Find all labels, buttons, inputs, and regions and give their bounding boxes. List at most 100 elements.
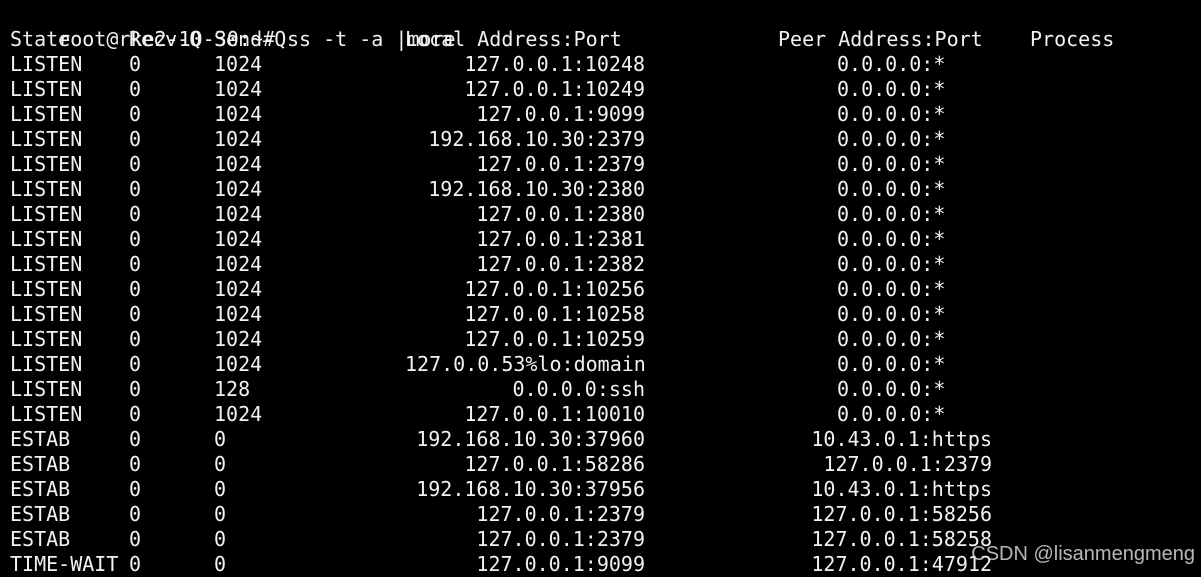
row-recv-q: 0	[129, 402, 142, 426]
table-row: LISTEN 0 1024 127.0.0.53%lo:domain 0.0.0.0:*	[0, 352, 1201, 377]
row-local-address: 127.0.0.1:2379	[476, 152, 645, 176]
row-send-q: 0	[214, 477, 227, 501]
row-state: LISTEN	[10, 327, 83, 351]
table-row: ESTAB 0 0 192.168.10.30:37956 10.43.0.1:http…	[0, 477, 1201, 502]
row-send-q: 0	[214, 527, 227, 551]
row-send-q: 1024	[214, 277, 263, 301]
header-process: Process	[1030, 27, 1115, 51]
row-recv-q: 0	[129, 127, 142, 151]
row-local-address: 127.0.0.1:10259	[464, 327, 645, 351]
row-recv-q: 0	[129, 152, 142, 176]
row-send-q: 1024	[214, 127, 263, 151]
row-peer-address: 127.0.0.1:2379	[823, 452, 992, 476]
row-peer-address: 0.0.0.0:*	[837, 227, 946, 251]
row-peer-address: 0.0.0.0:*	[837, 52, 946, 76]
row-local-address: 127.0.0.1:9099	[476, 102, 645, 126]
row-state: ESTAB	[10, 477, 71, 501]
row-recv-q: 0	[129, 552, 142, 576]
table-row: ESTAB 0 0 127.0.0.1:2379 127.0.0.1:58256	[0, 502, 1201, 527]
row-peer-address: 127.0.0.1:47912	[811, 552, 992, 576]
row-peer-address: 0.0.0.0:*	[837, 327, 946, 351]
row-state: LISTEN	[10, 52, 83, 76]
row-send-q: 1024	[214, 302, 263, 326]
table-row: LISTEN 0 1024 127.0.0.1:2380 0.0.0.0:*	[0, 202, 1201, 227]
row-send-q: 1024	[214, 102, 263, 126]
row-state: TIME-WAIT	[10, 552, 119, 576]
row-peer-address: 0.0.0.0:*	[837, 302, 946, 326]
table-row: LISTEN 0 1024 127.0.0.1:10259 0.0.0.0:*	[0, 327, 1201, 352]
row-state: ESTAB	[10, 427, 71, 451]
row-local-address: 192.168.10.30:2380	[428, 177, 645, 201]
row-peer-address: 0.0.0.0:*	[837, 352, 946, 376]
row-send-q: 128	[214, 377, 251, 401]
row-send-q: 0	[214, 502, 227, 526]
row-local-address: 127.0.0.1:2379	[476, 527, 645, 551]
row-state: LISTEN	[10, 152, 83, 176]
row-local-address: 127.0.0.1:10010	[464, 402, 645, 426]
row-send-q: 0	[214, 452, 227, 476]
row-recv-q: 0	[129, 352, 142, 376]
row-local-address: 192.168.10.30:37960	[416, 427, 645, 451]
row-recv-q: 0	[129, 102, 142, 126]
terminal-window[interactable]: root@rke2-10-30:~# ss -t -a |more State …	[0, 0, 1201, 577]
row-send-q: 1024	[214, 352, 263, 376]
row-state: LISTEN	[10, 77, 83, 101]
header-send-q: Send-Q	[214, 27, 287, 51]
row-peer-address: 0.0.0.0:*	[837, 277, 946, 301]
row-state: LISTEN	[10, 127, 83, 151]
header-local-address: Local Address:Port	[405, 27, 622, 51]
table-row: LISTEN 0 128 0.0.0.0:ssh 0.0.0.0:*	[0, 377, 1201, 402]
row-peer-address: 127.0.0.1:58256	[811, 502, 992, 526]
row-peer-address: 0.0.0.0:*	[837, 252, 946, 276]
table-row: LISTEN 0 1024 127.0.0.1:10256 0.0.0.0:*	[0, 277, 1201, 302]
header-peer-address: Peer Address:Port	[778, 27, 983, 51]
row-recv-q: 0	[129, 502, 142, 526]
row-send-q: 0	[214, 552, 227, 576]
row-send-q: 1024	[214, 177, 263, 201]
row-peer-address: 127.0.0.1:58258	[811, 527, 992, 551]
table-row: LISTEN 0 1024 192.168.10.30:2380 0.0.0.0:*	[0, 177, 1201, 202]
row-recv-q: 0	[129, 377, 142, 401]
row-state: ESTAB	[10, 502, 71, 526]
row-recv-q: 0	[129, 302, 142, 326]
row-local-address: 127.0.0.1:9099	[476, 552, 645, 576]
row-local-address: 127.0.0.1:2381	[476, 227, 645, 251]
row-recv-q: 0	[129, 452, 142, 476]
row-peer-address: 0.0.0.0:*	[837, 377, 946, 401]
table-row: LISTEN 0 1024 127.0.0.1:2381 0.0.0.0:*	[0, 227, 1201, 252]
row-recv-q: 0	[129, 227, 142, 251]
row-send-q: 1024	[214, 152, 263, 176]
row-local-address: 127.0.0.53%lo:domain	[405, 352, 646, 376]
row-peer-address: 0.0.0.0:*	[837, 202, 946, 226]
row-recv-q: 0	[129, 77, 142, 101]
row-local-address: 127.0.0.1:10248	[464, 52, 645, 76]
row-state: LISTEN	[10, 177, 83, 201]
table-row: LISTEN 0 1024 127.0.0.1:10258 0.0.0.0:*	[0, 302, 1201, 327]
row-peer-address: 10.43.0.1:https	[811, 477, 992, 501]
row-send-q: 1024	[214, 252, 263, 276]
row-local-address: 0.0.0.0:ssh	[512, 377, 645, 401]
row-state: LISTEN	[10, 102, 83, 126]
row-local-address: 127.0.0.1:10249	[464, 77, 645, 101]
table-header: State Recv-Q Send-Q Local Address:Port P…	[0, 27, 1201, 52]
row-local-address: 127.0.0.1:2382	[476, 252, 645, 276]
row-state: LISTEN	[10, 377, 83, 401]
row-recv-q: 0	[129, 52, 142, 76]
table-row: LISTEN 0 1024 127.0.0.1:2379 0.0.0.0:*	[0, 152, 1201, 177]
row-recv-q: 0	[129, 477, 142, 501]
header-state: State	[10, 27, 71, 51]
table-row: LISTEN 0 1024 192.168.10.30:2379 0.0.0.0:*	[0, 127, 1201, 152]
row-peer-address: 10.43.0.1:https	[811, 427, 992, 451]
row-local-address: 127.0.0.1:10256	[464, 277, 645, 301]
row-send-q: 1024	[214, 227, 263, 251]
row-local-address: 192.168.10.30:2379	[428, 127, 645, 151]
table-row: LISTEN 0 1024 127.0.0.1:9099 0.0.0.0:*	[0, 102, 1201, 127]
row-local-address: 127.0.0.1:2379	[476, 502, 645, 526]
row-state: LISTEN	[10, 302, 83, 326]
watermark: CSDN @lisanmengmeng	[971, 543, 1195, 565]
row-state: LISTEN	[10, 352, 83, 376]
row-peer-address: 0.0.0.0:*	[837, 77, 946, 101]
table-row: LISTEN 0 1024 127.0.0.1:10010 0.0.0.0:*	[0, 402, 1201, 427]
command-line: root@rke2-10-30:~# ss -t -a |more	[10, 2, 455, 51]
row-state: LISTEN	[10, 402, 83, 426]
